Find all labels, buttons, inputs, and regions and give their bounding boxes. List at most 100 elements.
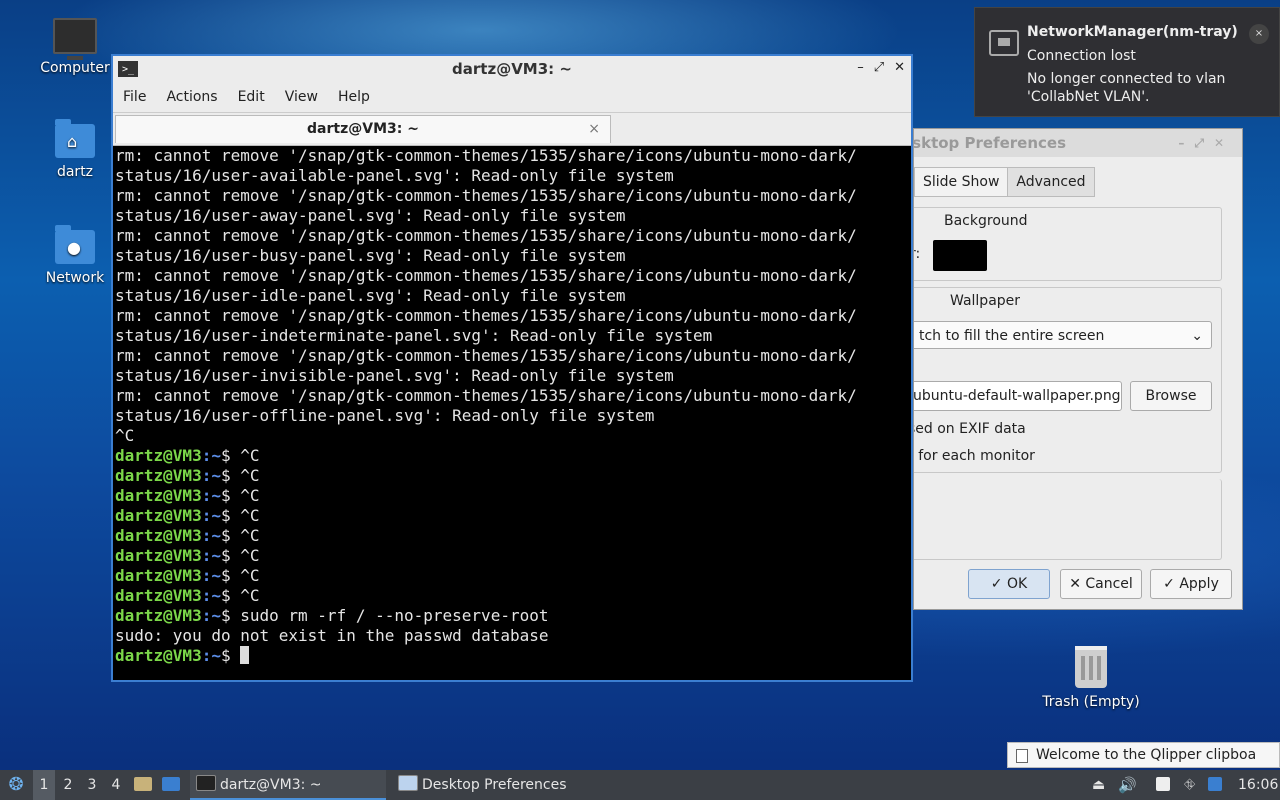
- desktop-icon-network[interactable]: ● Network: [35, 225, 115, 286]
- workspace-1[interactable]: 1: [33, 770, 55, 800]
- workspace-3[interactable]: 3: [81, 770, 103, 800]
- wallpaper-group: [914, 287, 1222, 473]
- clipboard-icon: [1016, 749, 1028, 763]
- preferences-icon: [398, 775, 418, 791]
- menu-edit[interactable]: Edit: [228, 89, 275, 105]
- wallpaper-path-field[interactable]: ubuntu-default-wallpaper.png: [914, 381, 1122, 411]
- tooltip-text: Welcome to the Qlipper clipboa: [1036, 747, 1257, 763]
- desktop-icon-home[interactable]: ⌂ dartz: [35, 119, 115, 180]
- background-group-label: Background: [944, 213, 1028, 229]
- prefs-tabs: Slide Show Advanced: [914, 167, 1095, 197]
- tab-slide-show[interactable]: Slide Show: [914, 167, 1009, 197]
- minimize-icon[interactable]: –: [857, 60, 864, 75]
- terminal-line: rm: cannot remove '/snap/gtk-common-them…: [115, 346, 857, 365]
- terminal-line: status/16/user-invisible-panel.svg': Rea…: [115, 366, 674, 385]
- notification-close-button[interactable]: ×: [1249, 24, 1269, 44]
- eject-icon[interactable]: ⏏: [1092, 770, 1105, 800]
- start-menu-icon[interactable]: ❂: [4, 770, 28, 800]
- home-folder-icon: ⌂: [55, 119, 95, 158]
- menu-help[interactable]: Help: [328, 89, 380, 105]
- background-color-button[interactable]: [933, 240, 987, 271]
- menu-file[interactable]: File: [113, 89, 156, 105]
- command-text: ^C: [240, 566, 260, 585]
- desktop-preferences-window: esktop Preferences –⤢✕ Slide Show Advanc…: [913, 128, 1243, 610]
- prompt-path: :~: [201, 486, 221, 505]
- tab-close-icon[interactable]: ×: [588, 116, 600, 142]
- color-label: r:: [914, 246, 921, 262]
- show-desktop-icon[interactable]: [162, 770, 184, 800]
- network-tray-icon[interactable]: ⛗: [1184, 770, 1195, 800]
- prompt-sign: $: [220, 466, 241, 485]
- volume-icon[interactable]: 🔊: [1118, 770, 1137, 800]
- command-text: ^C: [240, 506, 260, 525]
- prefs-window-controls[interactable]: –⤢✕: [1178, 129, 1234, 157]
- prefs-content-frame: [914, 479, 1222, 560]
- terminal-menubar: File Actions Edit View Help: [113, 82, 911, 113]
- prompt-user: dartz@VM3: [115, 646, 202, 665]
- terminal-line: status/16/user-idle-panel.svg': Read-onl…: [115, 286, 626, 305]
- terminal-line: rm: cannot remove '/snap/gtk-common-them…: [115, 226, 857, 245]
- prompt-sign: $: [220, 546, 241, 565]
- terminal-titlebar[interactable]: >_ dartz@VM3: ~ – ⤢ ✕: [113, 56, 911, 82]
- maximize-icon[interactable]: ⤢: [874, 60, 884, 75]
- prompt-sign: $: [220, 606, 241, 625]
- prefs-title: esktop Preferences: [913, 134, 1067, 152]
- exif-checkbox-label[interactable]: sed on EXIF data: [914, 421, 1026, 437]
- prompt-user: dartz@VM3: [115, 486, 202, 505]
- browse-button[interactable]: Browse: [1130, 381, 1212, 411]
- prompt-sign: $: [220, 526, 241, 545]
- workspace-4[interactable]: 4: [105, 770, 127, 800]
- clock[interactable]: 16:06: [1238, 770, 1278, 800]
- terminal-line: status/16/user-indeterminate-panel.svg':…: [115, 326, 713, 345]
- terminal-line: rm: cannot remove '/snap/gtk-common-them…: [115, 146, 857, 165]
- prompt-sign: $: [220, 446, 241, 465]
- notification-summary: Connection lost: [1027, 48, 1136, 64]
- prompt-line: dartz@VM3:~$ ^C: [115, 526, 911, 546]
- prompt-user: dartz@VM3: [115, 586, 202, 605]
- apply-button[interactable]: ✓ Apply: [1150, 569, 1232, 599]
- ok-button[interactable]: ✓ OK: [968, 569, 1050, 599]
- desktop-icon-computer[interactable]: Computer: [35, 18, 115, 76]
- terminal-line: rm: cannot remove '/snap/gtk-common-them…: [115, 306, 857, 325]
- task-terminal[interactable]: dartz@VM3: ~: [190, 770, 386, 800]
- prompt-line: dartz@VM3:~$ ^C: [115, 486, 911, 506]
- terminal-output[interactable]: rm: cannot remove '/snap/gtk-common-them…: [115, 146, 911, 680]
- close-icon[interactable]: ✕: [894, 60, 905, 75]
- prompt-user: dartz@VM3: [115, 446, 202, 465]
- prompt-user: dartz@VM3: [115, 566, 202, 585]
- command-text: ^C: [240, 546, 260, 565]
- terminal-line: status/16/user-offline-panel.svg': Read-…: [115, 406, 655, 425]
- update-notifier-icon[interactable]: [1208, 770, 1226, 800]
- clipboard-tray-icon[interactable]: [1156, 770, 1174, 800]
- workspace-2[interactable]: 2: [57, 770, 79, 800]
- terminal-line: sudo: you do not exist in the passwd dat…: [115, 626, 549, 645]
- prompt-user: dartz@VM3: [115, 466, 202, 485]
- task-desktop-preferences[interactable]: Desktop Preferences: [392, 770, 592, 800]
- prompt-user: dartz@VM3: [115, 606, 202, 625]
- prompt-path: :~: [201, 586, 221, 605]
- desktop-icon-label: Computer: [40, 60, 110, 76]
- qlipper-tooltip: Welcome to the Qlipper clipboa: [1007, 742, 1280, 768]
- terminal-icon: [196, 775, 216, 791]
- file-manager-launcher-icon[interactable]: [134, 770, 156, 800]
- prompt-user: dartz@VM3: [115, 546, 202, 565]
- wallpaper-mode-value: tch to fill the entire screen: [919, 328, 1105, 344]
- cancel-button[interactable]: ✕ Cancel: [1060, 569, 1142, 599]
- menu-actions[interactable]: Actions: [156, 89, 227, 105]
- terminal-line: rm: cannot remove '/snap/gtk-common-them…: [115, 386, 857, 405]
- trash-icon: [1075, 646, 1107, 688]
- notification-popup[interactable]: NetworkManager(nm-tray) Connection lost …: [974, 7, 1280, 117]
- desktop-icon-trash[interactable]: Trash (Empty): [1040, 646, 1142, 710]
- network-folder-icon: ●: [55, 225, 95, 264]
- per-monitor-checkbox-label[interactable]: r for each monitor: [914, 448, 1035, 464]
- tab-advanced[interactable]: Advanced: [1007, 167, 1095, 197]
- prefs-titlebar[interactable]: esktop Preferences –⤢✕: [914, 129, 1242, 157]
- terminal-icon: >_: [118, 61, 138, 77]
- menu-view[interactable]: View: [275, 89, 328, 105]
- terminal-tab[interactable]: dartz@VM3: ~ ×: [115, 115, 611, 143]
- prompt-user: dartz@VM3: [115, 526, 202, 545]
- command-text: ^C: [240, 446, 260, 465]
- network-icon: [989, 30, 1019, 56]
- terminal-line: status/16/user-away-panel.svg': Read-onl…: [115, 206, 626, 225]
- wallpaper-mode-select[interactable]: tch to fill the entire screen ⌄: [914, 321, 1212, 349]
